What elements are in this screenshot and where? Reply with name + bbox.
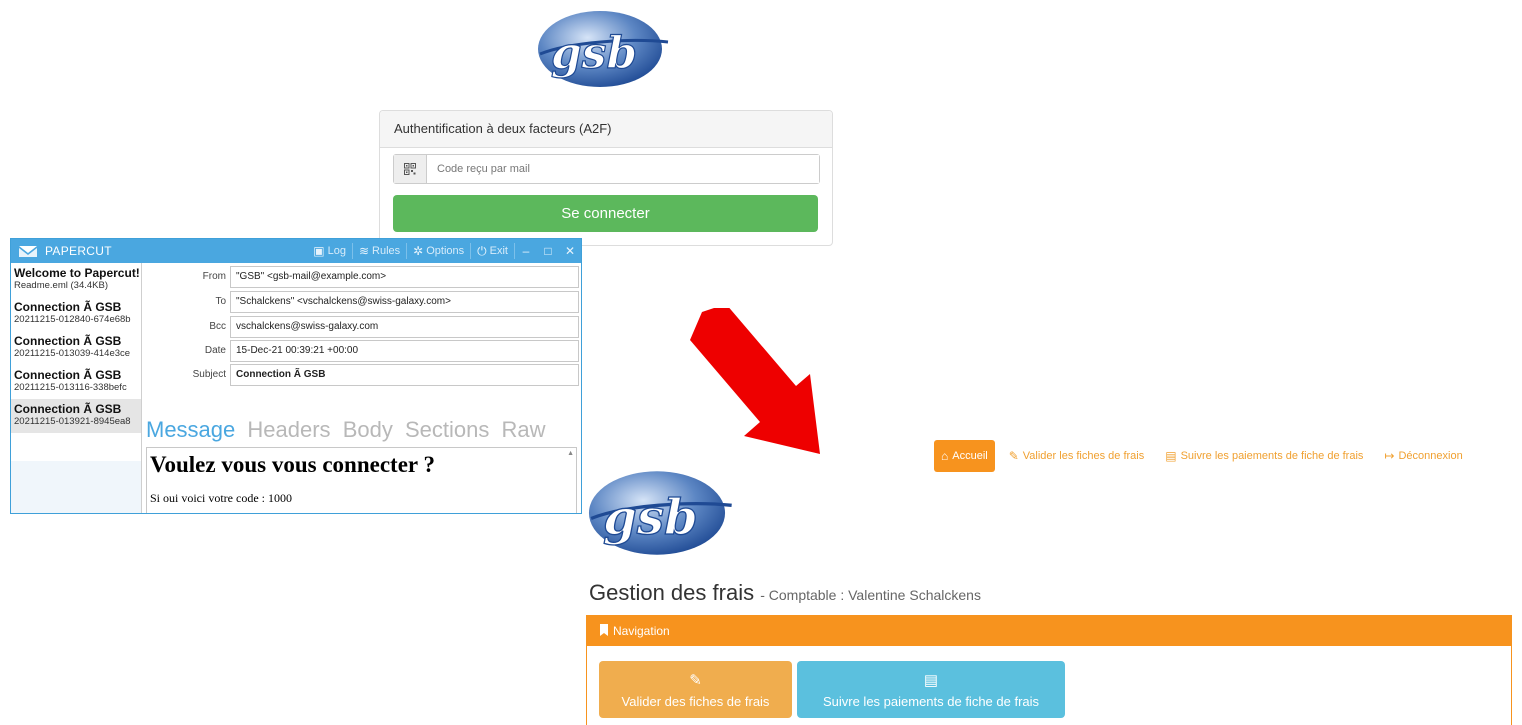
papercut-title: PAPERCUT bbox=[45, 244, 112, 258]
message-list-item[interactable]: Connection Ã GSB 20211215-013116-338befc bbox=[11, 365, 141, 399]
list-icon: ▤ bbox=[923, 671, 939, 689]
exit-button[interactable]: ⏻ Exit bbox=[471, 244, 514, 259]
papercut-toolbar: ▣ Log ≋ Rules ✲ Options ⏻ Exit – □ ✕ bbox=[307, 239, 581, 263]
list-icon: ▤ bbox=[1165, 449, 1177, 463]
minimize-icon[interactable]: – bbox=[515, 244, 537, 258]
tab-headers[interactable]: Headers bbox=[247, 417, 330, 442]
from-field: From "GSB" <gsb-mail@example.com> bbox=[142, 266, 579, 288]
main-nav: ⌂ Accueil ✎ Valider les fiches de frais … bbox=[934, 440, 1477, 472]
red-arrow bbox=[688, 304, 828, 458]
gsb-logo: gsb bbox=[578, 468, 736, 558]
papercut-window: PAPERCUT ▣ Log ≋ Rules ✲ Options ⏻ Exit … bbox=[10, 238, 582, 514]
pencil-icon: ✎ bbox=[1008, 449, 1019, 463]
home-icon: ⌂ bbox=[941, 449, 949, 463]
navigation-panel: Navigation ✎ Valider des fiches de frais… bbox=[586, 615, 1512, 725]
papercut-titlebar[interactable]: PAPERCUT ▣ Log ≋ Rules ✲ Options ⏻ Exit … bbox=[11, 239, 581, 263]
date-value[interactable]: 15-Dec-21 00:39:21 +00:00 bbox=[230, 340, 579, 362]
tile-valider-fiches[interactable]: ✎ Valider des fiches de frais bbox=[599, 661, 792, 718]
power-icon: ⏻ bbox=[477, 243, 487, 258]
bookmark-icon bbox=[599, 623, 609, 639]
bcc-value[interactable]: vschalckens@swiss-galaxy.com bbox=[230, 316, 579, 338]
tab-body[interactable]: Body bbox=[343, 417, 393, 442]
message-list-empty-area bbox=[11, 461, 141, 513]
to-value[interactable]: "Schalckens" <vschalckens@swiss-galaxy.c… bbox=[230, 291, 579, 313]
svg-text:gsb: gsb bbox=[551, 28, 637, 79]
code-input-group bbox=[393, 154, 820, 184]
a2f-title: Authentification à deux facteurs (A2F) bbox=[380, 111, 832, 148]
from-value[interactable]: "GSB" <gsb-mail@example.com> bbox=[230, 266, 579, 288]
tab-message[interactable]: Message bbox=[146, 417, 235, 442]
to-field: To "Schalckens" <vschalckens@swiss-galax… bbox=[142, 291, 579, 313]
message-preview: ▲ Voulez vous vous connecter ? Si oui vo… bbox=[146, 447, 577, 513]
message-text: Si oui voici votre code : 1000 bbox=[150, 491, 292, 505]
maximize-icon[interactable]: □ bbox=[537, 244, 559, 258]
log-button[interactable]: ▣ Log bbox=[307, 244, 352, 258]
qr-code-icon bbox=[394, 155, 427, 183]
message-list-item-selected[interactable]: Connection Ã GSB 20211215-013921-8945ea8 bbox=[11, 399, 141, 433]
gear-icon: ✲ bbox=[413, 244, 424, 258]
svg-text:gsb: gsb bbox=[603, 490, 698, 546]
a2f-panel: Authentification à deux facteurs (A2F) S… bbox=[379, 110, 833, 246]
message-tabs: Message Headers Body Sections Raw bbox=[146, 417, 552, 443]
pencil-icon: ✎ bbox=[689, 671, 702, 689]
scroll-up-icon[interactable]: ▲ bbox=[567, 450, 574, 457]
message-detail: From "GSB" <gsb-mail@example.com> To "Sc… bbox=[142, 263, 581, 513]
nav-valider-fiches[interactable]: ✎ Valider les fiches de frais bbox=[1002, 440, 1152, 472]
subject-value[interactable]: Connection Ã GSB bbox=[230, 364, 579, 386]
message-list: Welcome to Papercut! Readme.eml (34.4KB)… bbox=[11, 263, 142, 513]
page-title: Gestion des frais - Comptable : Valentin… bbox=[589, 580, 981, 605]
message-heading: Voulez vous vous connecter ? bbox=[150, 452, 435, 477]
login-button[interactable]: Se connecter bbox=[393, 195, 818, 232]
tab-sections[interactable]: Sections bbox=[405, 417, 489, 442]
code-input[interactable] bbox=[427, 155, 819, 183]
gsb-logo: gsb bbox=[530, 8, 670, 90]
message-list-item[interactable]: Welcome to Papercut! Readme.eml (34.4KB) bbox=[11, 263, 141, 297]
logout-icon: ↦ bbox=[1384, 449, 1395, 463]
envelope-icon bbox=[17, 244, 39, 258]
subject-field: Subject Connection Ã GSB bbox=[142, 364, 579, 386]
rules-icon: ≋ bbox=[358, 244, 370, 258]
nav-accueil[interactable]: ⌂ Accueil bbox=[934, 440, 995, 472]
navigation-panel-header: Navigation bbox=[587, 616, 1511, 646]
log-icon: ▣ bbox=[313, 244, 325, 258]
nav-deconnexion[interactable]: ↦ Déconnexion bbox=[1377, 440, 1469, 472]
options-button[interactable]: ✲ Options bbox=[407, 244, 470, 258]
tab-raw[interactable]: Raw bbox=[501, 417, 545, 442]
date-field: Date 15-Dec-21 00:39:21 +00:00 bbox=[142, 340, 579, 362]
bcc-field: Bcc vschalckens@swiss-galaxy.com bbox=[142, 316, 579, 338]
message-list-item[interactable]: Connection Ã GSB 20211215-013039-414e3ce bbox=[11, 331, 141, 365]
message-list-item[interactable]: Connection Ã GSB 20211215-012840-674e68b bbox=[11, 297, 141, 331]
nav-suivre-paiements[interactable]: ▤ Suivre les paiements de fiche de frais bbox=[1158, 440, 1370, 472]
rules-button[interactable]: ≋ Rules bbox=[353, 244, 406, 258]
page-subtitle: - Comptable : Valentine Schalckens bbox=[760, 587, 981, 603]
close-icon[interactable]: ✕ bbox=[559, 244, 581, 258]
tile-suivre-paiements[interactable]: ▤ Suivre les paiements de fiche de frais bbox=[797, 661, 1065, 718]
